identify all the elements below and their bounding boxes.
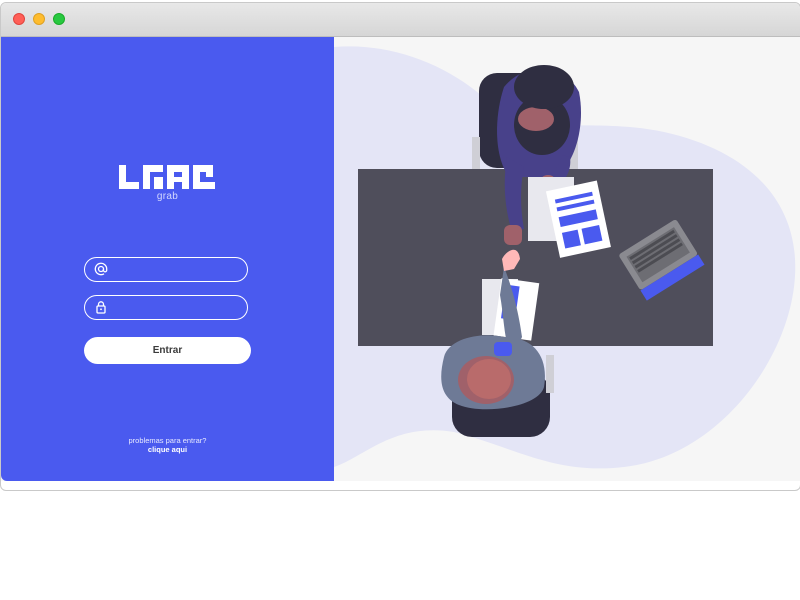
enter-button[interactable]: Entrar [84, 337, 251, 364]
grab-logo-icon [118, 165, 215, 189]
password-input[interactable] [113, 298, 241, 316]
handshake-meeting-illustration [334, 37, 800, 481]
password-field[interactable] [84, 295, 248, 320]
email-input[interactable] [113, 260, 241, 278]
title-bar [1, 3, 800, 37]
page-content: grab Entrar problemas para entrar? cliqu… [1, 37, 800, 481]
maximize-window-button[interactable] [53, 13, 65, 25]
help-link[interactable]: clique aqui [1, 445, 334, 454]
brand-logo: grab [1, 163, 334, 202]
email-field[interactable] [84, 257, 248, 282]
lock-icon [94, 300, 108, 314]
help-section: problemas para entrar? clique aqui [1, 436, 334, 454]
at-icon [94, 262, 108, 276]
close-window-button[interactable] [13, 13, 25, 25]
logo-text: grab [156, 191, 179, 202]
help-text: problemas para entrar? [128, 436, 207, 445]
illustration-graphic [334, 46, 796, 469]
browser-window: grab Entrar problemas para entrar? cliqu… [0, 2, 800, 491]
login-panel: grab Entrar problemas para entrar? cliqu… [1, 37, 334, 481]
minimize-window-button[interactable] [33, 13, 45, 25]
